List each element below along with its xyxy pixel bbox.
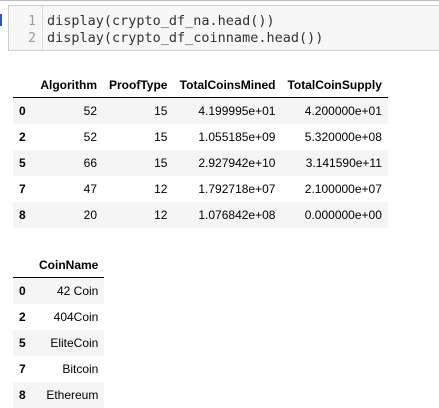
table-cell: 12: [154, 208, 168, 222]
column-header: CoinName: [39, 257, 99, 272]
table-row: 0 42 Coin: [13, 277, 105, 304]
table-cell: 47: [83, 182, 97, 196]
table-cell: 1.792718e+07: [198, 182, 276, 196]
table-cell: 1.076842e+08: [198, 208, 276, 222]
table-cell: 0.000000e+00: [304, 208, 382, 222]
code-line[interactable]: display(crypto_df_coinname.head()): [47, 30, 323, 46]
column-header: TotalCoinSupply: [287, 77, 382, 92]
code-cell[interactable]: 1 2 display(crypto_df_na.head()) display…: [8, 5, 439, 51]
row-index: 8: [19, 208, 26, 222]
table-cell: 1.055185e+09: [198, 130, 276, 144]
table-cell: 2.100000e+07: [304, 182, 382, 196]
column-header: ProofType: [109, 77, 168, 92]
table-row: 5 66 15 2.927942e+10 3.141590e+11: [13, 150, 388, 176]
row-index: 5: [19, 336, 26, 350]
table-cell: 15: [154, 130, 168, 144]
row-index: 0: [19, 104, 26, 118]
row-index: 2: [19, 310, 26, 324]
table-cell: EliteCoin: [50, 336, 99, 350]
row-index: 7: [19, 362, 26, 376]
table-cell: 12: [154, 182, 168, 196]
table-cell: 42 Coin: [56, 284, 99, 298]
row-index: 2: [19, 130, 26, 144]
column-header: [13, 252, 33, 278]
line-number: 2: [28, 31, 36, 46]
dataframe-table-1: Algorithm ProofType TotalCoinsMined Tota…: [13, 72, 388, 228]
table-cell: 3.141590e+11: [305, 156, 382, 170]
table-cell: 15: [154, 104, 168, 118]
line-number: 1: [28, 14, 36, 29]
line-number-gutter: 1 2: [9, 6, 43, 50]
table-cell: 404Coin: [53, 310, 99, 324]
row-index: 0: [19, 284, 26, 298]
table-row: 2 404Coin: [13, 304, 104, 330]
selected-cell-marker: [0, 14, 2, 26]
table-cell: 66: [83, 156, 97, 170]
table-cell: 15: [154, 156, 168, 170]
row-index: 7: [19, 182, 26, 196]
row-index: 5: [19, 156, 26, 170]
top-divider: [0, 0, 439, 1]
table-cell: 52: [83, 130, 97, 144]
table-row: 2 52 15 1.055185e+09 5.320000e+08: [13, 124, 388, 150]
column-header: Algorithm: [40, 77, 97, 92]
table-cell: 20: [83, 208, 97, 222]
table-row: 8 Ethereum: [13, 382, 105, 408]
table-cell: Bitcoin: [62, 362, 99, 376]
table-cell: 4.200000e+01: [304, 104, 382, 118]
column-header: TotalCoinsMined: [179, 77, 276, 92]
code-line[interactable]: display(crypto_df_na.head()): [47, 13, 275, 29]
table-cell: 4.199995e+01: [198, 104, 276, 118]
table-row: 0 52 15 4.199995e+01 4.200000e+01: [13, 97, 388, 124]
table-row: 7 Bitcoin: [13, 356, 104, 382]
dataframe-table-2: CoinName 0 42 Coin 2 404Coin 5 EliteCoin 7 Bitc…: [13, 252, 105, 408]
table-row: 7 47 12 1.792718e+07 2.100000e+07: [13, 176, 388, 202]
table-header-row: CoinName: [13, 252, 105, 278]
table-cell: 2.927942e+10: [198, 156, 276, 170]
table-row: 5 EliteCoin: [13, 330, 105, 356]
column-header: [13, 72, 33, 98]
row-index: 8: [19, 388, 26, 402]
table-cell: 52: [83, 104, 97, 118]
table-header-row: Algorithm ProofType TotalCoinsMined Tota…: [13, 72, 388, 98]
table-row: 8 20 12 1.076842e+08 0.000000e+00: [13, 202, 388, 228]
table-cell: 5.320000e+08: [304, 130, 382, 144]
table-cell: Ethereum: [46, 388, 99, 402]
